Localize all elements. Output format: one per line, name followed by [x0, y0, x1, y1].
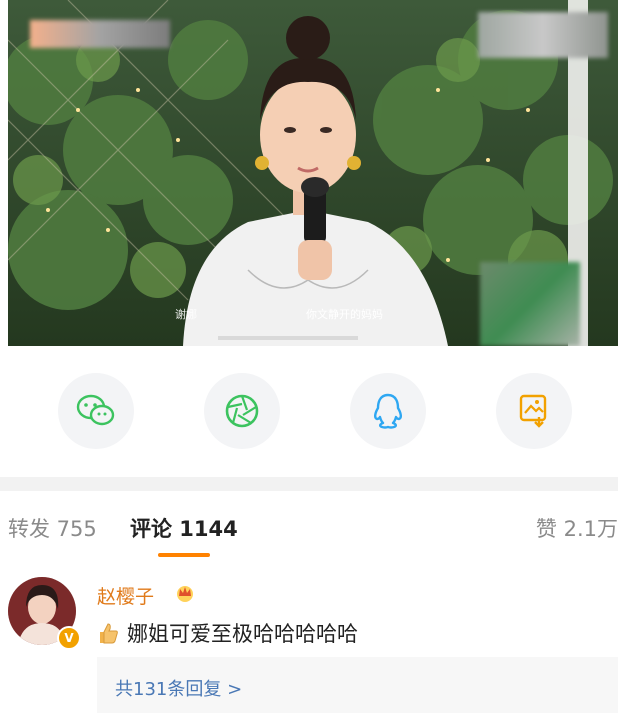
wechat-icon: [76, 394, 115, 426]
blurred-logo: [478, 12, 608, 58]
save-image-icon: [519, 394, 547, 428]
crown-icon: [177, 586, 193, 602]
thumbs-up-icon: [100, 623, 118, 644]
share-moments-button[interactable]: [204, 373, 280, 449]
section-divider: [0, 477, 618, 491]
comment-text: 娜姐可爱至极哈哈哈哈哈: [127, 622, 358, 646]
qq-icon: [374, 393, 402, 429]
save-image-button[interactable]: [496, 373, 572, 449]
tab-repost[interactable]: 转发 755: [8, 513, 97, 543]
verified-badge: V: [57, 626, 81, 650]
video-frame[interactable]: 谢娜 你文静开的妈妈: [8, 0, 618, 346]
comment-username[interactable]: 赵樱子: [97, 582, 154, 609]
engagement-tabs: 转发 755 评论 1144 赞 2.1万: [0, 491, 618, 561]
reply-thread-box[interactable]: 共131条回复 >: [97, 657, 618, 713]
share-qq-button[interactable]: [350, 373, 426, 449]
subtitle-speaker: 谢娜: [175, 308, 197, 321]
blurred-watermark: [30, 20, 170, 48]
share-bar: [0, 373, 618, 453]
subtitle-caption: 你文静开的妈妈: [306, 308, 383, 321]
view-replies-link[interactable]: 共131条回复 >: [115, 675, 242, 701]
active-tab-indicator: [158, 553, 210, 557]
comment-body: 娜姐可爱至极哈哈哈哈哈: [97, 618, 358, 648]
blurred-qr: [480, 262, 580, 346]
share-wechat-button[interactable]: [58, 373, 134, 449]
tab-like[interactable]: 赞 2.1万: [536, 513, 618, 543]
tab-comment[interactable]: 评论 1144: [130, 513, 238, 543]
moments-icon: [225, 394, 259, 428]
